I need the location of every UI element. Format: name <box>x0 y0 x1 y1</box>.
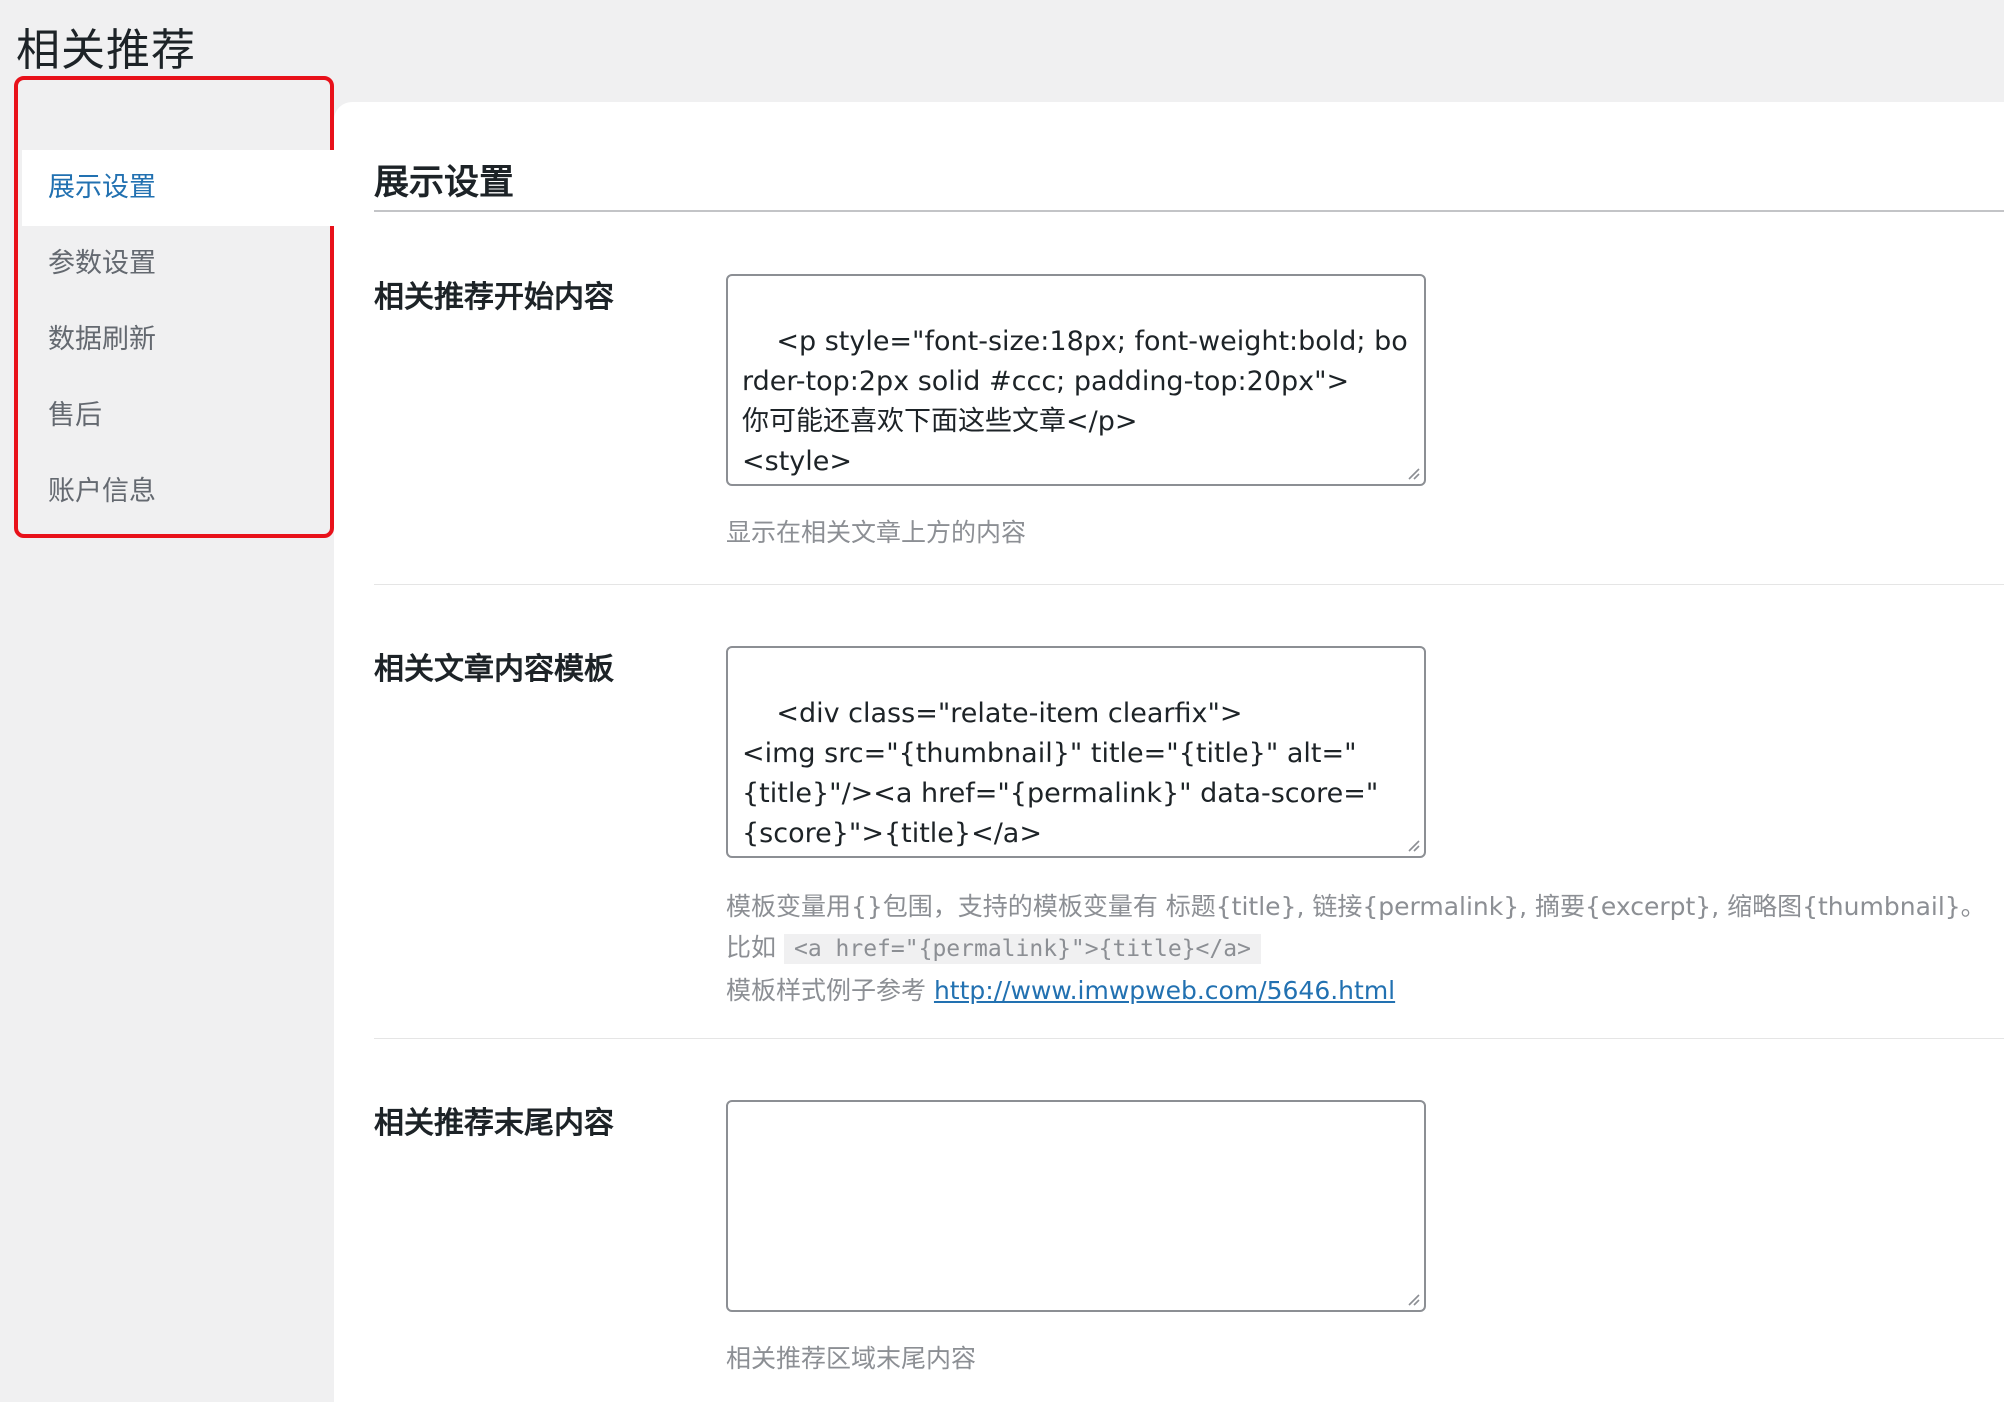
example-code: <a href="{permalink}">{title}</a> <box>783 934 1261 964</box>
item-template-textarea[interactable]: <div class="relate-item clearfix"> <img … <box>726 646 1426 858</box>
item-template-description: 模板变量用{}包围，支持的模板变量有 标题{title}, 链接{permali… <box>726 886 1986 1011</box>
section-divider <box>374 210 2004 212</box>
field-label-item-template: 相关文章内容模板 <box>374 652 614 687</box>
settings-sidebar: 展示设置 参数设置 数据刷新 售后 账户信息 <box>14 76 334 538</box>
page-title: 相关推荐 <box>16 25 196 76</box>
template-reference-line: 模板样式例子参考 http://www.imwpweb.com/5646.htm… <box>726 970 1986 1011</box>
resize-handle-icon[interactable] <box>1406 466 1420 480</box>
template-variables-note: 模板变量用{}包围，支持的模板变量有 标题{title}, 链接{permali… <box>726 892 1986 921</box>
resize-handle-icon[interactable] <box>1406 1292 1420 1306</box>
row-divider <box>374 1038 2004 1039</box>
start-content-value: <p style="font-size:18px; font-weight:bo… <box>742 326 1408 477</box>
sidebar-nav: 展示设置 参数设置 数据刷新 售后 账户信息 <box>22 150 334 530</box>
section-title: 展示设置 <box>374 163 515 203</box>
resize-handle-icon[interactable] <box>1406 838 1420 852</box>
item-template-value: <div class="relate-item clearfix"> <img … <box>742 698 1379 849</box>
settings-panel: 展示设置 相关推荐开始内容 <p style="font-size:18px; … <box>334 102 2004 1402</box>
field-label-start-content: 相关推荐开始内容 <box>374 280 614 315</box>
sidebar-item-after-sales[interactable]: 售后 <box>22 378 334 454</box>
reference-prefix: 模板样式例子参考 <box>726 976 934 1005</box>
sidebar-item-parameter-settings[interactable]: 参数设置 <box>22 226 334 302</box>
start-content-textarea[interactable]: <p style="font-size:18px; font-weight:bo… <box>726 274 1426 486</box>
sidebar-item-display-settings[interactable]: 展示设置 <box>22 150 334 226</box>
field-label-end-content: 相关推荐末尾内容 <box>374 1106 614 1141</box>
reference-link[interactable]: http://www.imwpweb.com/5646.html <box>934 976 1395 1005</box>
end-content-textarea[interactable] <box>726 1100 1426 1312</box>
template-example-line: 比如 <a href="{permalink}">{title}</a> <box>726 927 1986 970</box>
row-divider <box>374 584 2004 585</box>
example-prefix: 比如 <box>726 933 777 962</box>
sidebar-item-data-refresh[interactable]: 数据刷新 <box>22 302 334 378</box>
start-content-description: 显示在相关文章上方的内容 <box>726 518 1027 547</box>
sidebar-item-account-info[interactable]: 账户信息 <box>22 454 334 530</box>
end-content-description: 相关推荐区域末尾内容 <box>726 1344 977 1373</box>
